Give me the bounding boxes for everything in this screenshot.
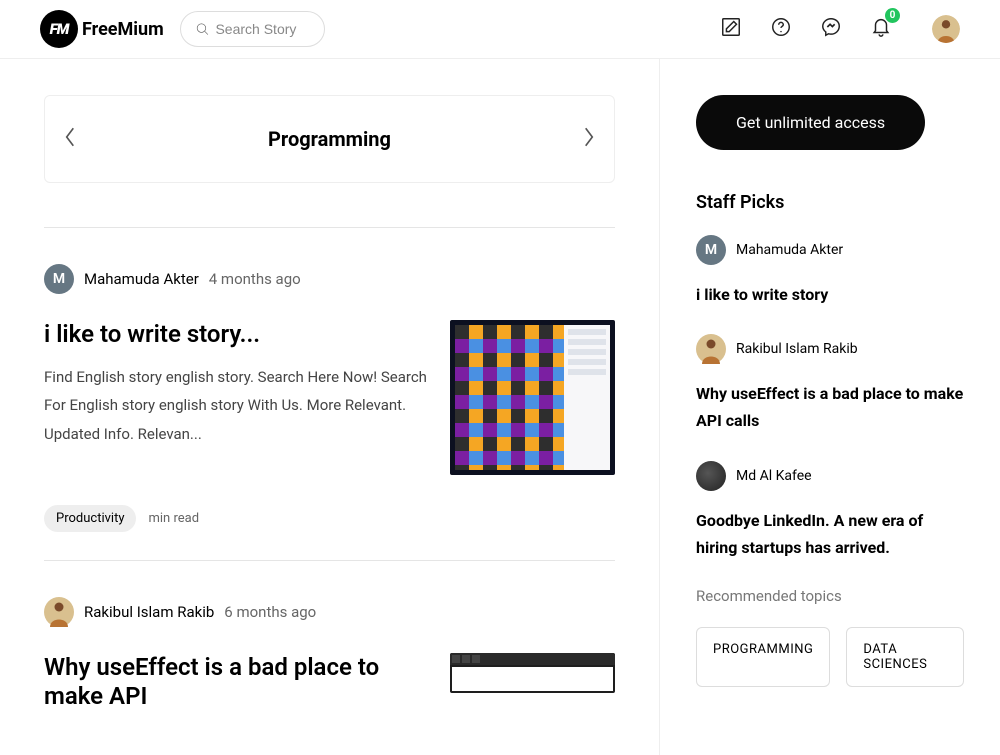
story-readtime: min read xyxy=(148,511,199,526)
person-icon xyxy=(696,334,726,364)
author-name[interactable]: Rakibul Islam Rakib xyxy=(84,603,214,621)
story-tag[interactable]: Productivity xyxy=(44,505,136,532)
divider xyxy=(44,227,615,228)
topic-chip[interactable]: PROGRAMMING xyxy=(696,627,830,687)
story-head: Rakibul Islam Rakib 6 months ago xyxy=(44,597,615,627)
help-icon xyxy=(770,16,792,38)
pick-author: Mahamuda Akter xyxy=(736,242,843,258)
pick-author: Md Al Kafee xyxy=(736,468,812,484)
pencil-square-icon xyxy=(720,16,742,38)
unlimited-access-button[interactable]: Get unlimited access xyxy=(696,95,925,150)
messages-button[interactable] xyxy=(820,16,842,42)
staff-picks-heading: Staff Picks xyxy=(696,192,964,213)
story-footer: Productivity min read xyxy=(44,505,615,532)
author-avatar[interactable] xyxy=(44,597,74,627)
story-card: Rakibul Islam Rakib 6 months ago Why use… xyxy=(44,597,615,725)
search-icon xyxy=(195,20,210,38)
story-title: Why useEffect is a bad place to make API xyxy=(44,653,430,711)
logo-mark: FM xyxy=(40,10,78,48)
topic-chip[interactable]: DATA SCIENCES xyxy=(846,627,964,687)
story-card: M Mahamuda Akter 4 months ago i like to … xyxy=(44,264,615,532)
sidebar: Get unlimited access Staff Picks M Maham… xyxy=(660,59,1000,755)
chevron-left-icon xyxy=(63,126,77,148)
category-title: Programming xyxy=(268,127,391,151)
staff-pick[interactable]: Rakibul Islam Rakib Why useEffect is a b… xyxy=(696,334,964,434)
story-body: i like to write story... Find English st… xyxy=(44,320,615,475)
logo[interactable]: FM FreeMium xyxy=(40,10,164,48)
logo-text: FreeMium xyxy=(82,19,164,40)
site-header: FM FreeMium 0 xyxy=(0,0,1000,59)
feed-column: Programming M Mahamuda Akter 4 months ag… xyxy=(0,59,660,755)
story-head: M Mahamuda Akter 4 months ago xyxy=(44,264,615,294)
author-name[interactable]: Mahamuda Akter xyxy=(84,270,199,288)
search-input[interactable] xyxy=(215,21,309,37)
person-icon xyxy=(932,15,960,43)
story-thumbnail[interactable] xyxy=(450,320,615,475)
pick-title: Goodbye LinkedIn. A new era of hiring st… xyxy=(696,507,964,561)
pick-title: i like to write story xyxy=(696,281,964,308)
pick-avatar xyxy=(696,461,726,491)
story-text[interactable]: Why useEffect is a bad place to make API xyxy=(44,653,430,725)
story-timestamp: 4 months ago xyxy=(209,270,301,288)
pick-avatar xyxy=(696,334,726,364)
topic-row: PROGRAMMING DATA SCIENCES xyxy=(696,627,964,687)
pick-author: Rakibul Islam Rakib xyxy=(736,341,858,357)
profile-avatar[interactable] xyxy=(932,15,960,43)
story-description: Find English story english story. Search… xyxy=(44,363,430,449)
write-button[interactable] xyxy=(720,16,742,42)
next-category[interactable] xyxy=(582,126,596,152)
search-box[interactable] xyxy=(180,11,325,47)
staff-pick[interactable]: Md Al Kafee Goodbye LinkedIn. A new era … xyxy=(696,461,964,561)
story-thumbnail[interactable] xyxy=(450,653,615,693)
help-button[interactable] xyxy=(770,16,792,42)
chevron-right-icon xyxy=(582,126,596,148)
divider xyxy=(44,560,615,561)
main-layout: Programming M Mahamuda Akter 4 months ag… xyxy=(0,59,1000,755)
pick-title: Why useEffect is a bad place to make API… xyxy=(696,380,964,434)
story-body: Why useEffect is a bad place to make API xyxy=(44,653,615,725)
person-icon xyxy=(44,597,74,627)
notification-badge: 0 xyxy=(885,8,900,23)
story-timestamp: 6 months ago xyxy=(224,603,316,621)
pick-avatar: M xyxy=(696,235,726,265)
notifications-button[interactable]: 0 xyxy=(870,16,892,42)
prev-category[interactable] xyxy=(63,126,77,152)
story-title: i like to write story... xyxy=(44,320,430,349)
header-actions: 0 xyxy=(720,15,960,43)
recommended-topics-heading: Recommended topics xyxy=(696,587,964,605)
author-avatar[interactable]: M xyxy=(44,264,74,294)
category-bar: Programming xyxy=(44,95,615,183)
story-text[interactable]: i like to write story... Find English st… xyxy=(44,320,430,448)
messenger-icon xyxy=(820,16,842,38)
staff-pick[interactable]: M Mahamuda Akter i like to write story xyxy=(696,235,964,308)
